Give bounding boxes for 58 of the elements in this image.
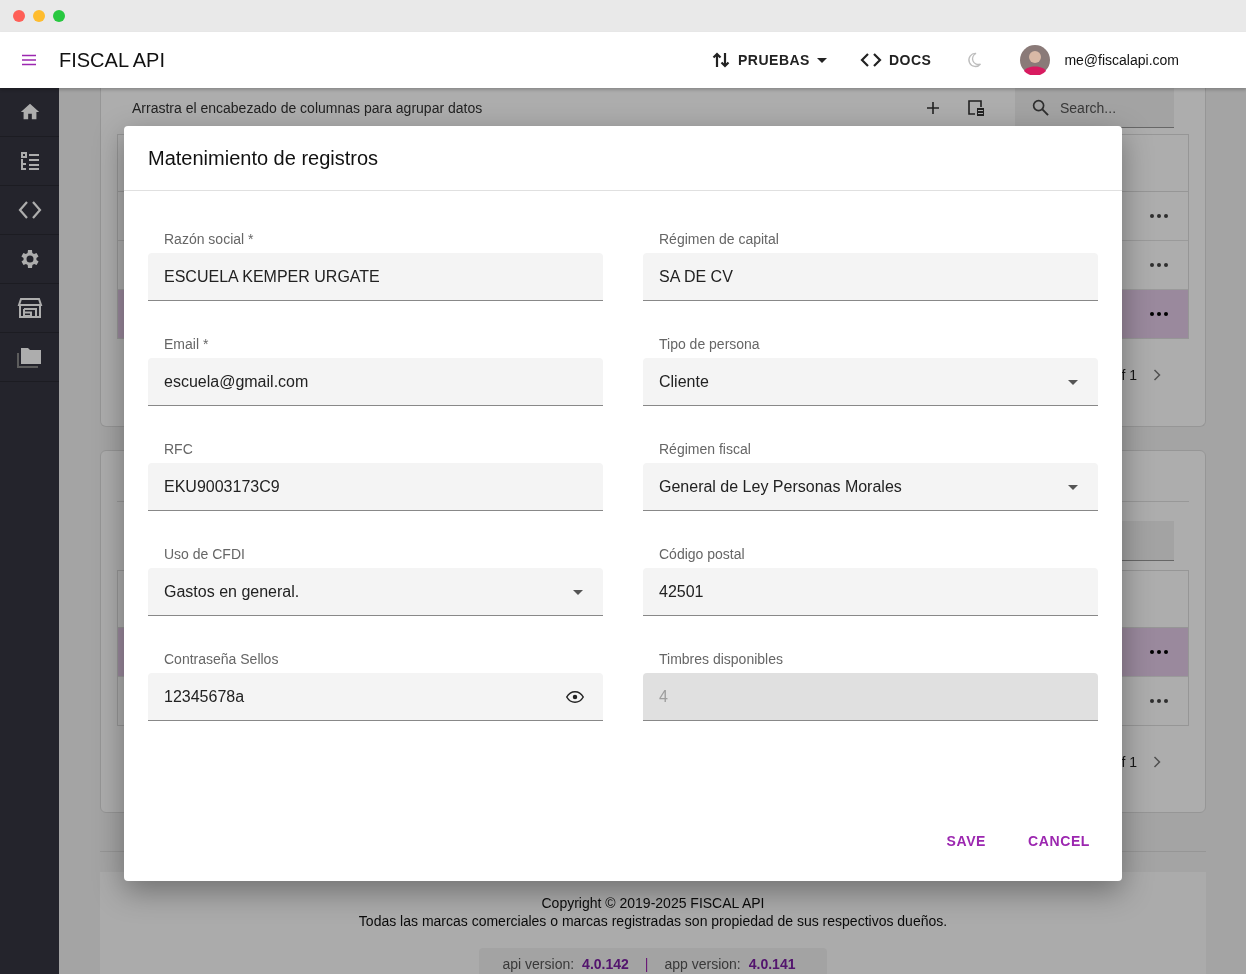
avatar[interactable]: [1020, 45, 1051, 75]
page-indicator: f 1: [1121, 754, 1137, 770]
select-field[interactable]: General de Ley Personas Morales: [643, 463, 1098, 511]
page-indicator: f 1: [1121, 367, 1137, 383]
code-icon: [859, 52, 882, 68]
field-label: Uso de CFDI: [163, 545, 246, 564]
input-field[interactable]: EKU9003173C9: [148, 463, 603, 511]
next-page-icon[interactable]: [1153, 369, 1161, 381]
dialog-title: Matenimiento de registros: [148, 146, 379, 170]
more-icon[interactable]: [1150, 650, 1168, 654]
field-label: Régimen de capital: [658, 230, 780, 249]
input-field[interactable]: escuela@gmail.com: [148, 358, 603, 406]
caret-icon[interactable]: [573, 590, 583, 595]
more-icon[interactable]: [1150, 214, 1168, 218]
folder-icon[interactable]: [15, 345, 44, 369]
save-button[interactable]: SAVE: [934, 825, 999, 857]
select-field[interactable]: Gastos en general.: [148, 568, 603, 616]
api-version: 4.0.142: [582, 956, 629, 972]
app-version: 4.0.141: [748, 956, 796, 972]
field-label: Razón social *: [163, 230, 255, 249]
field-label: RFC: [163, 440, 194, 459]
version-separator: |: [644, 956, 649, 972]
input-field[interactable]: 42501: [643, 568, 1098, 616]
app-title: FISCAL API: [59, 48, 165, 72]
copyright-text: Copyright © 2019-2025 FISCAL API: [541, 894, 765, 912]
more-icon[interactable]: [1150, 263, 1168, 267]
input-field[interactable]: SA DE CV: [643, 253, 1098, 301]
cancel-button[interactable]: CANCEL: [1016, 825, 1102, 857]
field-label: Código postal: [658, 545, 746, 564]
caret-icon[interactable]: [1068, 380, 1078, 385]
field-label: Timbres disponibles: [658, 650, 784, 669]
trademark-text: Todas las marcas comerciales o marcas registradas son propiedad de sus respectivos dueños.: [358, 912, 948, 930]
eye-icon[interactable]: [566, 688, 584, 706]
password-field[interactable]: 12345678a: [148, 673, 603, 721]
add-icon[interactable]: [926, 101, 940, 115]
group-panel-hint: Arrastra el encabezado de columnas para agrupar datos: [132, 100, 483, 116]
field-label: Contraseña Sellos: [163, 650, 280, 669]
column-chooser-icon[interactable]: [967, 99, 985, 117]
field-label: Email *: [163, 335, 210, 354]
caret-icon: [816, 57, 827, 63]
search-field[interactable]: Search...: [1015, 88, 1174, 128]
input-field[interactable]: ESCUELA KEMPER URGATE: [148, 253, 603, 301]
store-icon[interactable]: [15, 296, 44, 320]
app-version-label: app version:: [664, 956, 741, 972]
field-label: Régimen fiscal: [658, 440, 752, 459]
user-email[interactable]: me@fiscalapi.com: [1064, 52, 1179, 68]
search-icon: [1032, 99, 1049, 116]
select-field[interactable]: Cliente: [643, 358, 1098, 406]
next-page-icon[interactable]: [1153, 756, 1161, 768]
more-icon[interactable]: [1150, 312, 1168, 316]
caret-icon[interactable]: [1068, 485, 1078, 490]
menu-icon[interactable]: [21, 54, 37, 66]
field-label: Tipo de persona: [658, 335, 761, 354]
docs-link[interactable]: DOCS: [859, 46, 932, 74]
environment-menu-button[interactable]: PRUEBAS: [711, 44, 827, 76]
api-version-label: api version:: [502, 956, 575, 972]
swap-arrows-icon: [711, 50, 731, 70]
more-icon[interactable]: [1150, 699, 1168, 703]
